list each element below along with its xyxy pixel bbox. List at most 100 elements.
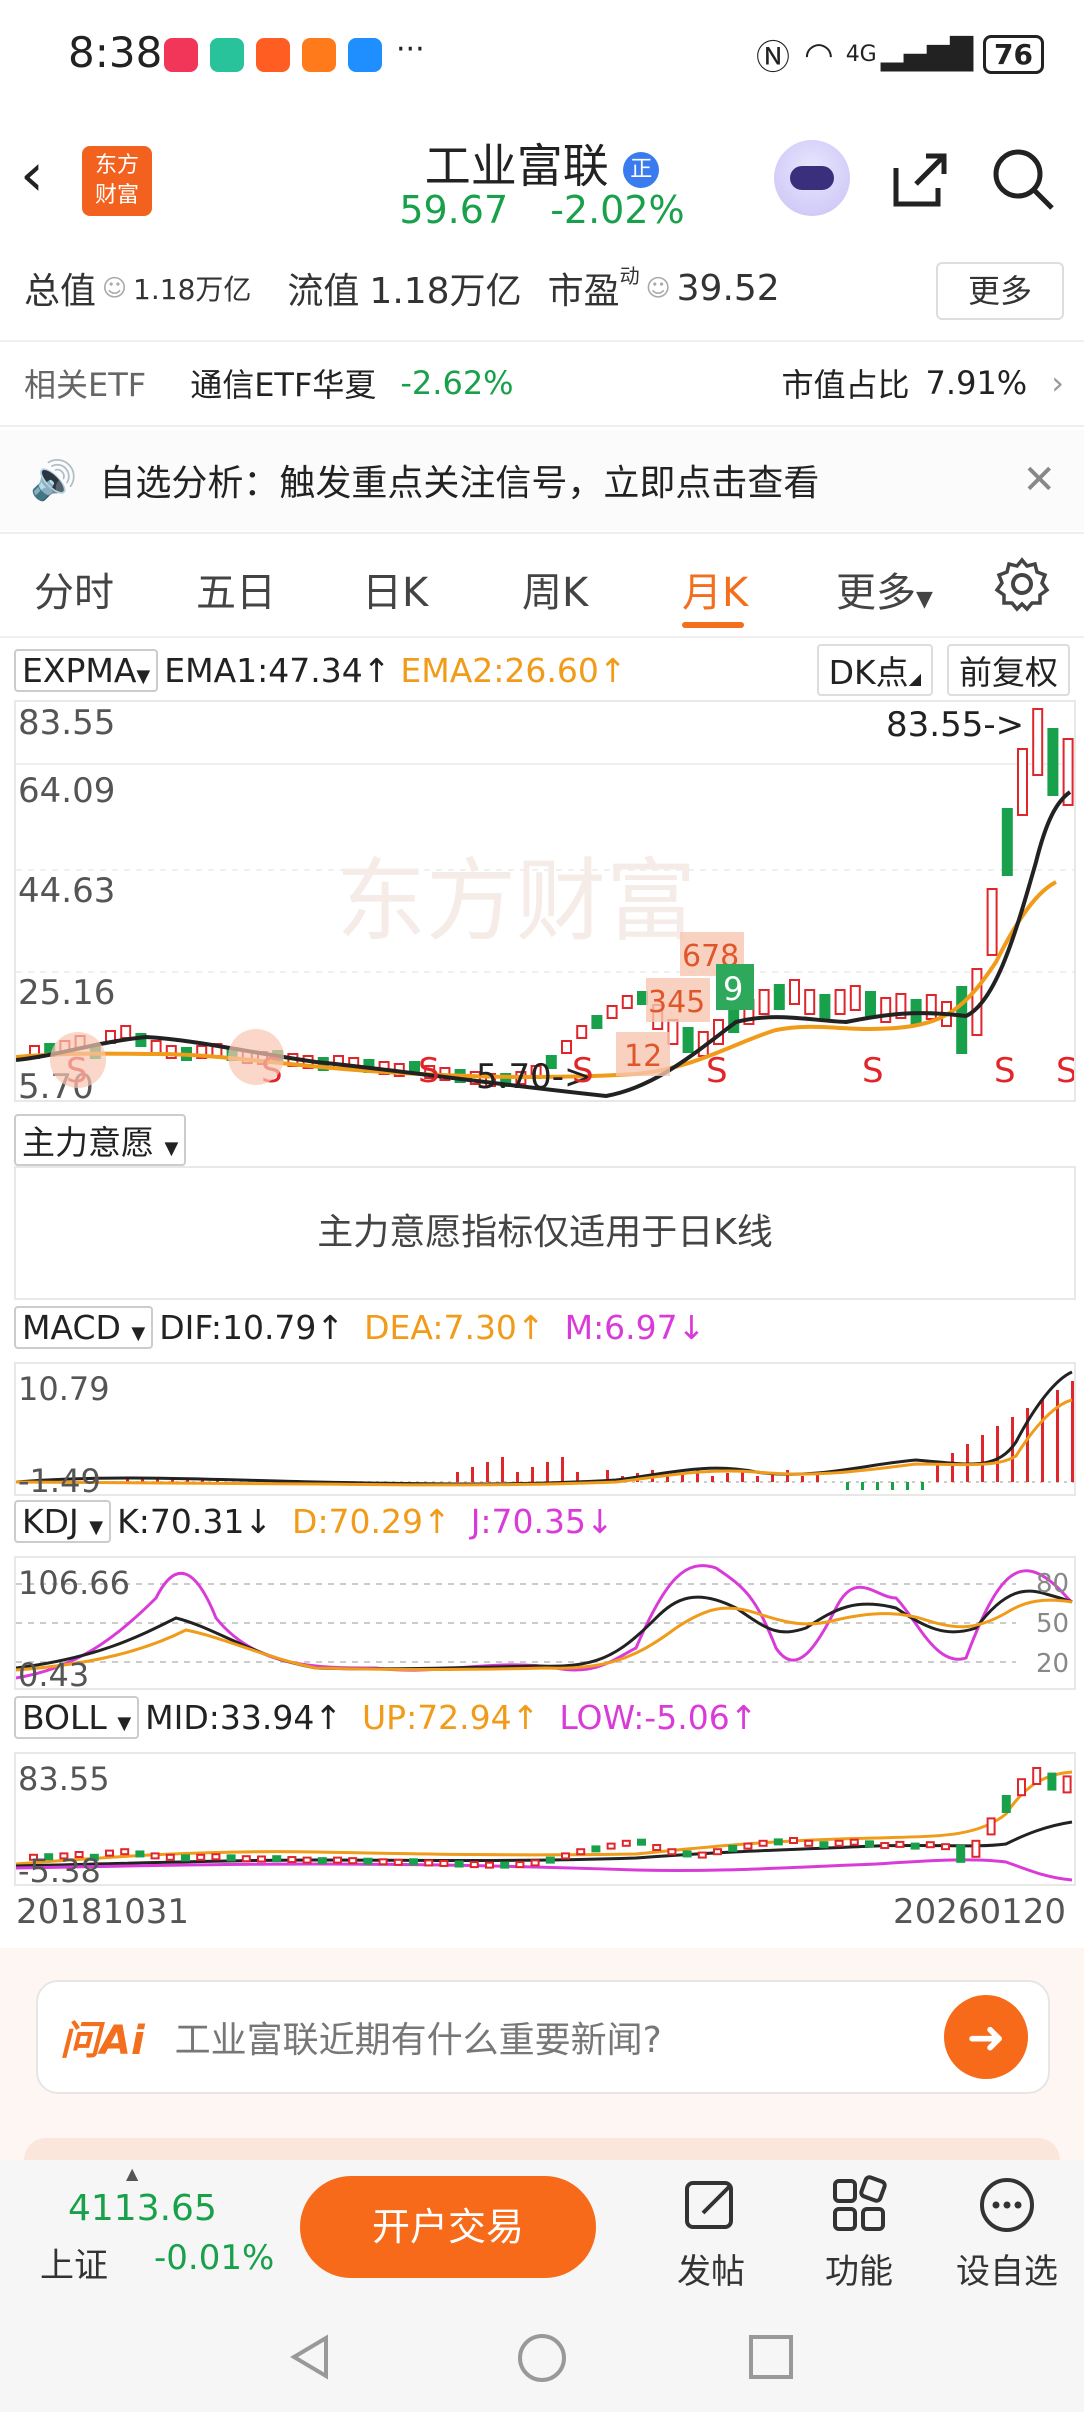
tab-five-day[interactable]: 五日 — [196, 560, 276, 618]
boll-select[interactable]: BOLL ▼ — [14, 1696, 140, 1739]
indicator-name: EXPMA — [22, 650, 137, 690]
y-label-2: 64.09 — [18, 771, 115, 811]
sell-signal: S — [994, 1051, 1016, 1091]
tab-monthly-k[interactable]: 月K — [682, 560, 748, 618]
network-type: 4G — [845, 42, 877, 67]
macd-chart[interactable]: 10.79 -1.49 — [14, 1362, 1076, 1500]
tab-intraday[interactable]: 分时 — [34, 560, 114, 618]
boll-candle — [819, 1841, 829, 1849]
kdj-level-80: 80 — [1036, 1569, 1069, 1599]
index-value[interactable]: 4113.65 — [68, 2188, 217, 2229]
ai-robot-icon[interactable] — [774, 140, 850, 216]
nav-recents-icon[interactable] — [746, 2332, 796, 2382]
kdj-chart[interactable]: 106.66 0.43 80 50 20 — [14, 1556, 1076, 1694]
macd-select[interactable]: MACD ▼ — [14, 1306, 154, 1349]
dk-point-button[interactable]: DK点◢ — [816, 644, 933, 696]
related-etf-row[interactable]: 相关ETF 通信ETF华夏 -2.62% 市值占比 7.91% › — [24, 360, 1064, 406]
pe-dynamic-mark: 动 — [619, 263, 640, 288]
candle — [865, 991, 876, 1017]
boll-candle — [789, 1837, 798, 1844]
candle — [120, 1025, 132, 1039]
boll-low: LOW:-5.06↑ — [559, 1698, 758, 1737]
macd-header: MACD ▼ DIF:10.79↑ DEA:7.30↑ M:6.97↓ — [14, 1306, 705, 1349]
boll-candle — [713, 1848, 722, 1856]
more-circle-icon — [980, 2178, 1034, 2232]
macd-bar — [921, 1482, 924, 1490]
candle — [606, 1005, 618, 1019]
candle — [789, 979, 800, 1005]
y-label-max: 83.55 — [18, 703, 115, 743]
boll-candle — [804, 1839, 814, 1847]
system-nav-bar — [0, 2300, 1084, 2412]
active-tab-indicator — [682, 622, 744, 628]
date-end: 20260120 — [892, 1892, 1066, 1932]
y-label-4: 25.16 — [18, 973, 115, 1013]
more-info-button[interactable]: 更多 — [936, 262, 1064, 320]
adjust-button[interactable]: 前复权 — [947, 644, 1070, 696]
open-account-button[interactable]: 开户交易 — [300, 2176, 596, 2278]
boll-candle — [728, 1844, 738, 1852]
kdj-j: J:70.35↓ — [470, 1502, 614, 1541]
nav-home-icon[interactable] — [516, 2332, 568, 2384]
boll-chart[interactable]: 83.55 -5.38 — [14, 1752, 1076, 1890]
functions-button[interactable]: 功能 — [804, 2175, 914, 2293]
ask-ai-logo: 问Ai — [60, 2018, 145, 2064]
share-icon[interactable] — [888, 148, 952, 216]
add-watchlist-button[interactable]: 设自选 — [952, 2175, 1062, 2293]
arrow-right-icon[interactable]: ➜ — [944, 1995, 1028, 2079]
analysis-banner[interactable]: 🔊 自选分析：触发重点关注信号，立即点击查看 ✕ — [0, 430, 1084, 530]
boll-candle — [272, 1855, 282, 1863]
zhuli-select[interactable]: 主力意愿 ▼ — [14, 1114, 187, 1166]
settings-gear-icon[interactable] — [994, 556, 1050, 622]
boll-candle — [165, 1853, 175, 1861]
boll-label: BOLL — [22, 1698, 107, 1737]
stock-price: 59.67 — [399, 188, 509, 232]
tab-weekly-k[interactable]: 周K — [522, 560, 588, 618]
ema2-value: EMA2:26.60↑ — [400, 650, 627, 690]
dropdown-triangle-icon: ▼ — [916, 587, 933, 612]
boll-candle — [743, 1842, 753, 1850]
close-icon[interactable]: ✕ — [1022, 457, 1056, 503]
boll-candle — [393, 1858, 403, 1866]
kline-chart[interactable]: 东方财富 83.55 64.09 44.63 25.16 5.70 83.55-… — [14, 700, 1078, 1107]
boll-candle — [895, 1840, 905, 1848]
candle — [1001, 808, 1013, 876]
boll-candle — [591, 1845, 601, 1853]
boll-up: UP:72.94↑ — [362, 1698, 540, 1737]
divider — [0, 532, 1084, 534]
float-value-label: 流值 — [287, 271, 360, 312]
macd-bar — [516, 1472, 519, 1482]
tab-more[interactable]: 更多▼ — [836, 560, 933, 618]
indicator-select[interactable]: EXPMA▼ — [14, 648, 159, 692]
boll-candle — [317, 1857, 327, 1865]
seq-label-4: 9 — [723, 970, 743, 1008]
ask-ai-box[interactable]: 问Ai 工业富联近期有什么重要新闻? ➜ — [36, 1980, 1050, 2094]
etf-weight: 7.91% — [925, 364, 1028, 402]
boll-candle — [652, 1844, 662, 1851]
post-button[interactable]: 发帖 — [656, 2175, 766, 2293]
nav-back-icon[interactable] — [286, 2332, 336, 2382]
buy-point-icon — [228, 1029, 284, 1085]
macd-bar — [951, 1453, 954, 1482]
more-notifications-icon: ··· — [396, 32, 425, 67]
tab-daily-k[interactable]: 日K — [362, 560, 428, 618]
search-icon[interactable] — [990, 146, 1056, 216]
boll-y-bottom: -5.38 — [18, 1852, 101, 1884]
macd-bar — [981, 1435, 984, 1482]
candle — [956, 986, 968, 1054]
candle — [849, 985, 861, 1011]
boll-candle — [545, 1856, 555, 1864]
boll-candle — [1047, 1772, 1057, 1791]
candle — [637, 991, 648, 1005]
kdj-d: D:70.29↑ — [292, 1502, 451, 1541]
boll-candle — [758, 1839, 768, 1847]
boll-candle — [241, 1855, 251, 1863]
nfc-icon: Ⓝ — [756, 38, 791, 78]
boll-candle — [941, 1843, 950, 1851]
security-app-icon — [210, 38, 244, 72]
y-label-3: 44.63 — [18, 871, 115, 911]
macd-label: MACD — [22, 1308, 121, 1347]
macd-bar — [561, 1457, 564, 1482]
boll-candle — [971, 1839, 981, 1858]
kdj-select[interactable]: KDJ ▼ — [14, 1500, 112, 1543]
